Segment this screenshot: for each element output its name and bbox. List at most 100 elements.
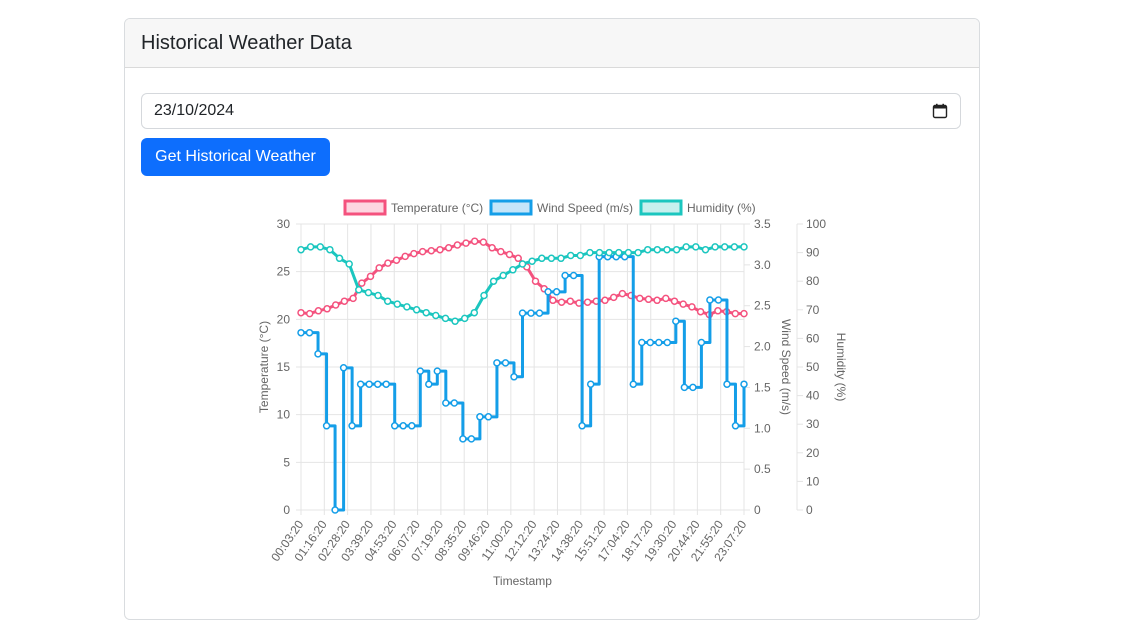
y-hum-tick-label: 10 xyxy=(806,474,820,488)
y-hum-axis-title: Humidity (%) xyxy=(834,333,848,402)
point-wind-speed xyxy=(433,367,442,375)
point-wind-speed xyxy=(740,380,748,388)
point-humidity xyxy=(692,243,700,251)
point-temperature xyxy=(366,272,375,281)
point-humidity xyxy=(393,300,402,308)
legend-swatch-temperature xyxy=(343,199,387,216)
y-wind-tick-label: 3.0 xyxy=(754,258,771,272)
point-temperature xyxy=(410,249,418,258)
point-wind-speed xyxy=(561,271,569,280)
point-wind-speed xyxy=(390,422,399,430)
point-wind-speed xyxy=(672,317,680,325)
point-wind-speed xyxy=(586,380,595,388)
point-temperature xyxy=(488,244,496,252)
y-temp-tick-label: 25 xyxy=(277,265,291,279)
point-humidity xyxy=(538,254,546,263)
y-hum-tick-label: 40 xyxy=(806,389,820,403)
point-humidity xyxy=(441,314,450,323)
point-wind-speed xyxy=(680,383,689,392)
point-wind-speed xyxy=(629,380,638,388)
point-wind-speed xyxy=(476,413,484,421)
legend-label-temperature: Temperature (°C) xyxy=(391,201,483,215)
point-humidity xyxy=(557,254,565,263)
point-temperature xyxy=(479,238,488,246)
point-humidity xyxy=(720,243,729,251)
point-wind-speed xyxy=(450,399,459,407)
point-humidity xyxy=(643,245,652,254)
point-wind-speed xyxy=(510,373,518,381)
y-wind-tick-label: 2.0 xyxy=(754,340,771,354)
point-wind-speed xyxy=(689,383,697,392)
y-wind-tick-label: 1.5 xyxy=(754,380,771,394)
point-temperature xyxy=(557,298,566,306)
point-wind-speed xyxy=(348,422,356,430)
point-temperature xyxy=(609,293,618,302)
point-humidity xyxy=(653,245,662,254)
point-humidity xyxy=(306,243,315,251)
point-humidity xyxy=(634,248,642,257)
point-temperature xyxy=(670,297,679,305)
y-temp-tick-label: 5 xyxy=(283,455,290,469)
point-humidity xyxy=(383,297,392,305)
point-humidity xyxy=(682,243,690,251)
y-wind-tick-label: 2.5 xyxy=(754,299,771,313)
point-humidity xyxy=(730,243,739,251)
point-wind-speed xyxy=(527,309,535,317)
point-wind-speed xyxy=(442,399,450,407)
point-wind-speed xyxy=(501,359,510,367)
y-wind-tick-label: 0 xyxy=(754,503,761,517)
point-wind-speed xyxy=(408,422,416,430)
point-temperature xyxy=(340,297,349,305)
point-temperature xyxy=(497,247,505,256)
point-humidity xyxy=(412,306,421,314)
point-humidity xyxy=(624,248,633,257)
point-humidity xyxy=(460,314,469,323)
point-temperature xyxy=(636,294,644,303)
point-temperature xyxy=(662,294,670,303)
weather-chart: 00:03:2001:16:2002:28:2003:39:2004:53:20… xyxy=(257,199,848,588)
y-temp-tick-label: 30 xyxy=(277,217,291,231)
point-humidity xyxy=(672,245,681,254)
point-humidity xyxy=(509,266,517,274)
point-humidity xyxy=(566,251,575,260)
point-wind-speed xyxy=(518,309,527,317)
point-wind-speed xyxy=(373,380,382,388)
point-wind-speed xyxy=(416,367,425,375)
point-temperature xyxy=(514,254,522,263)
point-humidity xyxy=(326,245,334,254)
point-wind-speed xyxy=(331,506,339,514)
point-humidity xyxy=(364,288,373,297)
point-temperature xyxy=(401,252,409,261)
point-temperature xyxy=(531,277,540,285)
y-wind-tick-label: 3.5 xyxy=(754,217,771,231)
point-temperature xyxy=(358,279,366,287)
y-temp-tick-label: 20 xyxy=(277,312,291,326)
point-wind-speed xyxy=(535,309,544,317)
point-humidity xyxy=(711,243,719,251)
point-wind-speed xyxy=(322,422,331,430)
point-wind-speed xyxy=(544,288,552,296)
point-humidity xyxy=(576,251,585,260)
y-wind-tick-label: 1.0 xyxy=(754,421,771,435)
point-humidity xyxy=(595,248,604,257)
point-wind-speed xyxy=(305,328,314,337)
point-humidity xyxy=(740,243,748,251)
point-temperature xyxy=(714,307,722,315)
point-humidity xyxy=(547,254,556,263)
point-temperature xyxy=(566,297,575,305)
y-hum-tick-label: 60 xyxy=(806,331,820,345)
point-temperature xyxy=(470,237,479,245)
y-hum-tick-label: 100 xyxy=(806,217,826,231)
point-temperature xyxy=(453,241,462,249)
point-temperature xyxy=(418,247,427,256)
point-temperature xyxy=(583,298,592,306)
y-temp-tick-label: 15 xyxy=(277,360,291,374)
point-temperature xyxy=(323,305,331,313)
y-temp-tick-label: 10 xyxy=(277,408,291,422)
point-wind-speed xyxy=(365,380,373,388)
point-wind-speed xyxy=(493,359,501,367)
point-humidity xyxy=(499,271,507,280)
y-hum-tick-label: 80 xyxy=(806,274,820,288)
point-temperature xyxy=(349,294,357,303)
point-wind-speed xyxy=(723,380,731,388)
